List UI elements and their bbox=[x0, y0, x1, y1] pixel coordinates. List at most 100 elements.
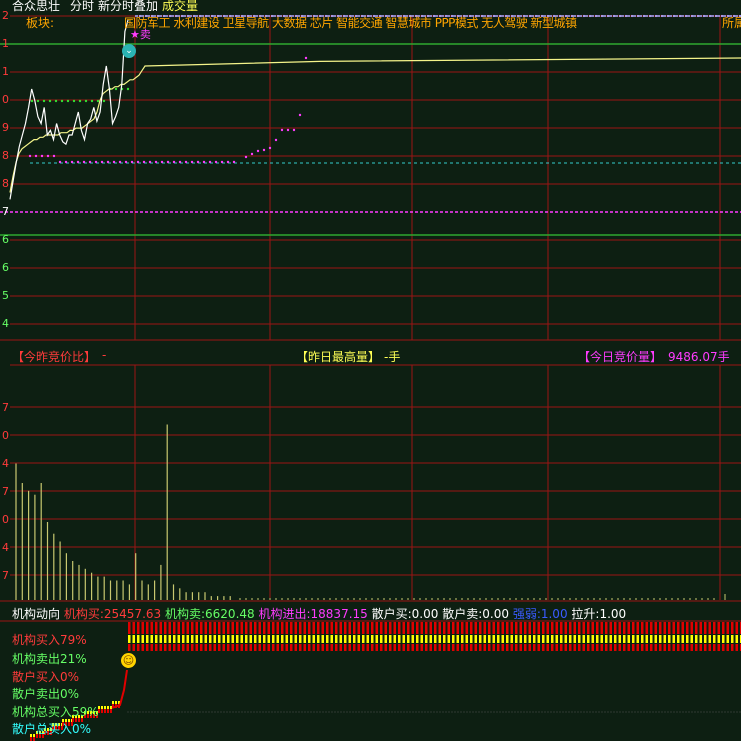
green-dot bbox=[84, 99, 88, 103]
inst-sell-bar bbox=[402, 644, 405, 651]
inst-buy-bar bbox=[249, 622, 252, 634]
tab-fenshi[interactable]: 分时 bbox=[70, 0, 94, 14]
inst-buy-bar bbox=[726, 622, 729, 634]
inst-mid-bar bbox=[267, 635, 270, 643]
inst-mid-bar bbox=[663, 635, 666, 643]
inst-buy-bar bbox=[222, 622, 225, 634]
baseline-dot bbox=[331, 711, 333, 713]
inst-buy-bar bbox=[371, 622, 374, 634]
inst-sell-bar bbox=[222, 644, 225, 651]
inst-sell-bar bbox=[308, 644, 311, 651]
inst-sell-bar bbox=[213, 644, 216, 651]
baseline-dot bbox=[670, 711, 672, 713]
tab-overlay[interactable]: 新分时叠加 bbox=[98, 0, 158, 14]
inst-buy-bar bbox=[461, 622, 464, 634]
top-dot bbox=[630, 14, 634, 18]
inst-sell-bar bbox=[132, 644, 135, 651]
baseline-dot bbox=[187, 711, 189, 713]
inst-buy-bar bbox=[344, 622, 347, 634]
inst-sell-bar bbox=[299, 644, 302, 651]
chevron-down-circle-icon: ⌄ bbox=[122, 44, 136, 58]
inst-buy-bar bbox=[618, 622, 621, 634]
volume-axis-label: 4 bbox=[2, 541, 9, 554]
inst-mid-bar bbox=[465, 635, 468, 643]
magenta-dot bbox=[64, 160, 68, 164]
baseline-dot bbox=[163, 711, 165, 713]
inst-sell-bar bbox=[317, 644, 320, 651]
sector-tags[interactable]: 国防军工 水利建设 卫星导航 大数据 芯片 智能交通 智慧城市 PPP模式 无人… bbox=[124, 14, 577, 31]
inst-mid-bar bbox=[191, 635, 194, 643]
top-dot bbox=[684, 14, 688, 18]
inst-sell-bar bbox=[686, 644, 689, 651]
inst-mid-bar bbox=[560, 635, 563, 643]
magenta-dot bbox=[214, 160, 218, 164]
magenta-dot bbox=[76, 160, 80, 164]
baseline-dot bbox=[361, 711, 363, 713]
tab-volume[interactable]: 成交量 bbox=[162, 0, 198, 14]
inst-sell-bar bbox=[371, 644, 374, 651]
inst-mid-bar bbox=[479, 635, 482, 643]
magenta-dot bbox=[82, 160, 86, 164]
chart-canvas[interactable] bbox=[0, 0, 741, 741]
baseline-dot bbox=[658, 711, 660, 713]
baseline-dot bbox=[286, 711, 288, 713]
baseline-dot bbox=[397, 711, 399, 713]
inst-mid-bar bbox=[150, 635, 153, 643]
magenta-dot bbox=[88, 160, 92, 164]
baseline-dot bbox=[637, 711, 639, 713]
inst-mid-bar bbox=[488, 635, 491, 643]
step-bar bbox=[115, 701, 117, 704]
baseline-dot bbox=[229, 711, 231, 713]
baseline-dot bbox=[595, 711, 597, 713]
inst-buy-bar bbox=[722, 622, 725, 634]
inst-sell-bar bbox=[267, 644, 270, 651]
baseline-dot bbox=[340, 711, 342, 713]
inst-mid-bar bbox=[483, 635, 486, 643]
inst-mid-bar bbox=[632, 635, 635, 643]
inst-mid-bar bbox=[510, 635, 513, 643]
inst-buy-bar bbox=[645, 622, 648, 634]
baseline-dot bbox=[223, 711, 225, 713]
baseline-dot bbox=[169, 711, 171, 713]
magenta-dot bbox=[70, 160, 74, 164]
inst-sell-bar bbox=[245, 644, 248, 651]
inst-buy-bar bbox=[663, 622, 666, 634]
inst-buy-bar bbox=[717, 622, 720, 634]
baseline-dot bbox=[409, 711, 411, 713]
inst-sell-bar bbox=[146, 644, 149, 651]
baseline-dot bbox=[484, 711, 486, 713]
inst-sell-bar bbox=[200, 644, 203, 651]
legend-inst-sell: 机构卖出21% bbox=[12, 652, 87, 666]
price-axis-label: 9 bbox=[2, 121, 9, 134]
baseline-dot bbox=[349, 711, 351, 713]
inst-sell-bar bbox=[573, 644, 576, 651]
baseline-dot bbox=[679, 711, 681, 713]
inst-sell-bar bbox=[596, 644, 599, 651]
inst-sell-bar bbox=[357, 644, 360, 651]
inst-sell-bar bbox=[587, 644, 590, 651]
baseline-dot bbox=[682, 711, 684, 713]
volume-bars bbox=[15, 424, 726, 600]
inst-sell-bar bbox=[641, 644, 644, 651]
magenta-dot bbox=[274, 138, 278, 142]
top-dot bbox=[678, 14, 682, 18]
inst-mid-bar bbox=[366, 635, 369, 643]
inst-mid-bar bbox=[528, 635, 531, 643]
baseline-dot bbox=[436, 711, 438, 713]
green-dot bbox=[60, 99, 64, 103]
top-dot bbox=[636, 14, 640, 18]
magenta-dot bbox=[100, 160, 104, 164]
step-bar bbox=[112, 701, 114, 704]
inst-sell-bar bbox=[537, 644, 540, 651]
inst-sell-bar bbox=[398, 644, 401, 651]
baseline-dot bbox=[307, 711, 309, 713]
inst-mid-bar bbox=[425, 635, 428, 643]
inst-mid-bar bbox=[546, 635, 549, 643]
magenta-dot bbox=[184, 160, 188, 164]
inst-sell-bar bbox=[609, 644, 612, 651]
inst-buy-bar bbox=[708, 622, 711, 634]
inst-mid-bar bbox=[519, 635, 522, 643]
inst-buy-bar bbox=[636, 622, 639, 634]
inst-sell-bar bbox=[429, 644, 432, 651]
baseline-dot bbox=[715, 711, 717, 713]
